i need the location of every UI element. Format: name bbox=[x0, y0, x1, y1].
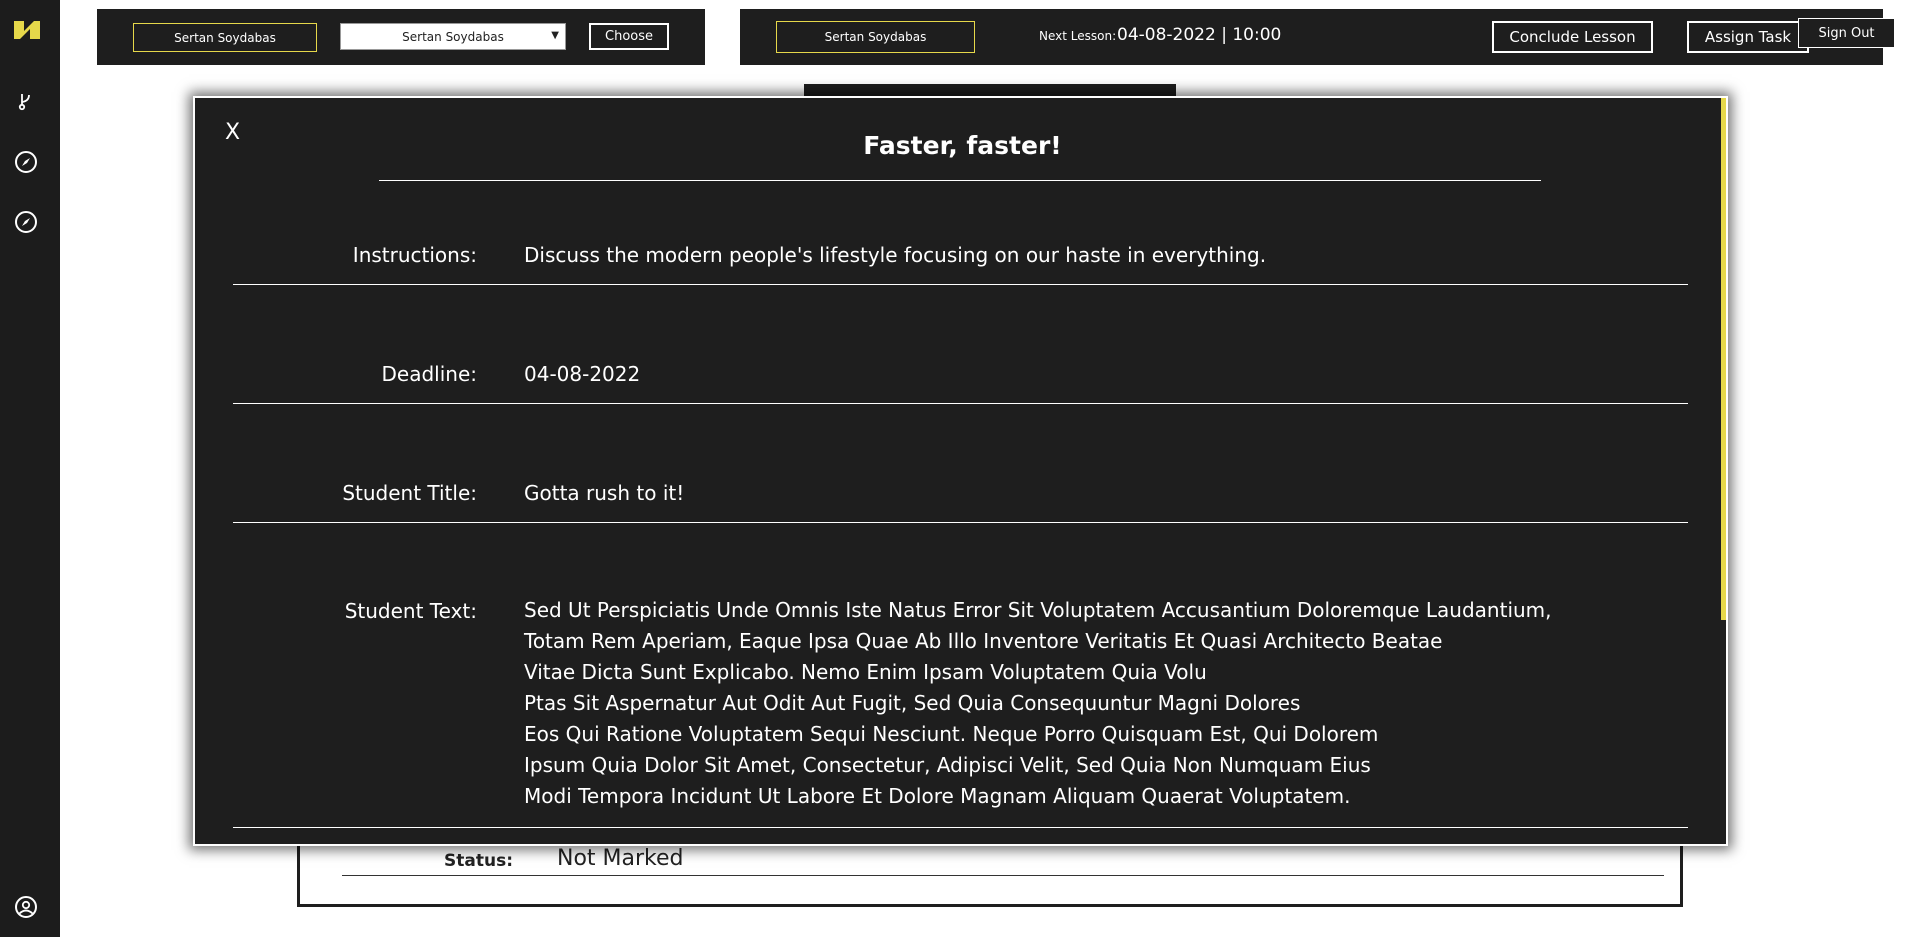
student-text-label: Student Text: bbox=[344, 599, 477, 623]
divider bbox=[342, 875, 1664, 876]
sign-out-button[interactable]: Sign Out bbox=[1798, 18, 1895, 48]
instructions-label: Instructions: bbox=[352, 243, 477, 267]
compass-icon[interactable] bbox=[14, 150, 38, 174]
divider bbox=[233, 403, 1688, 404]
branch-icon[interactable] bbox=[14, 90, 38, 114]
assign-task-button[interactable]: Assign Task bbox=[1687, 21, 1809, 53]
choose-button[interactable]: Choose bbox=[589, 23, 669, 50]
deadline-value: 04-08-2022 bbox=[524, 362, 641, 386]
task-detail-modal: X Faster, faster! Instructions: Discuss … bbox=[193, 96, 1728, 846]
student-text-line: Sed Ut Perspiciatis Unde Omnis Iste Natu… bbox=[524, 598, 1552, 622]
instructions-value: Discuss the modern people's lifestyle fo… bbox=[524, 243, 1267, 267]
lesson-student-label: Sertan Soydabas bbox=[776, 21, 975, 53]
status-value: Not Marked bbox=[557, 846, 684, 871]
divider bbox=[379, 180, 1541, 181]
student-text-line: Eos Qui Ratione Voluptatem Sequi Nesciun… bbox=[524, 722, 1379, 746]
status-label: Status: bbox=[444, 851, 513, 871]
divider bbox=[233, 284, 1688, 285]
compass-icon[interactable] bbox=[14, 210, 38, 234]
student-select[interactable]: Sertan Soydabas ▼ bbox=[340, 23, 566, 50]
logo-icon[interactable] bbox=[14, 21, 40, 39]
student-text-line: Ipsum Quia Dolor Sit Amet, Consectetur, … bbox=[524, 753, 1371, 777]
student-text-line: Vitae Dicta Sunt Explicabo. Nemo Enim Ip… bbox=[524, 660, 1207, 684]
next-lesson-value: 04-08-2022 | 10:00 bbox=[1117, 25, 1282, 45]
conclude-lesson-button[interactable]: Conclude Lesson bbox=[1492, 21, 1653, 53]
sidebar bbox=[0, 0, 60, 937]
student-title-value: Gotta rush to it! bbox=[524, 481, 685, 505]
modal-title: Faster, faster! bbox=[863, 131, 1062, 160]
current-student-label: Sertan Soydabas bbox=[133, 23, 317, 52]
student-text-line: Modi Tempora Incidunt Ut Labore Et Dolor… bbox=[524, 784, 1351, 808]
deadline-label: Deadline: bbox=[381, 362, 478, 386]
user-circle-icon[interactable] bbox=[14, 895, 38, 919]
student-select-value: Sertan Soydabas bbox=[402, 29, 504, 44]
divider bbox=[233, 827, 1688, 828]
student-selector-bar: Sertan Soydabas Sertan Soydabas ▼ Choose bbox=[97, 9, 705, 65]
student-text-body: Sed Ut Perspiciatis Unde Omnis Iste Natu… bbox=[524, 595, 1552, 812]
next-lesson-label: Next Lesson: bbox=[1039, 29, 1117, 43]
divider bbox=[233, 522, 1688, 523]
modal-scrollbar[interactable] bbox=[1721, 98, 1726, 620]
student-text-line: Ptas Sit Aspernatur Aut Odit Aut Fugit, … bbox=[524, 691, 1301, 715]
chevron-down-icon: ▼ bbox=[551, 30, 559, 41]
lesson-bar: Sertan Soydabas Next Lesson: 04-08-2022 … bbox=[740, 9, 1883, 65]
student-text-line: Totam Rem Aperiam, Eaque Ipsa Quae Ab Il… bbox=[524, 629, 1443, 653]
student-title-label: Student Title: bbox=[342, 481, 477, 505]
